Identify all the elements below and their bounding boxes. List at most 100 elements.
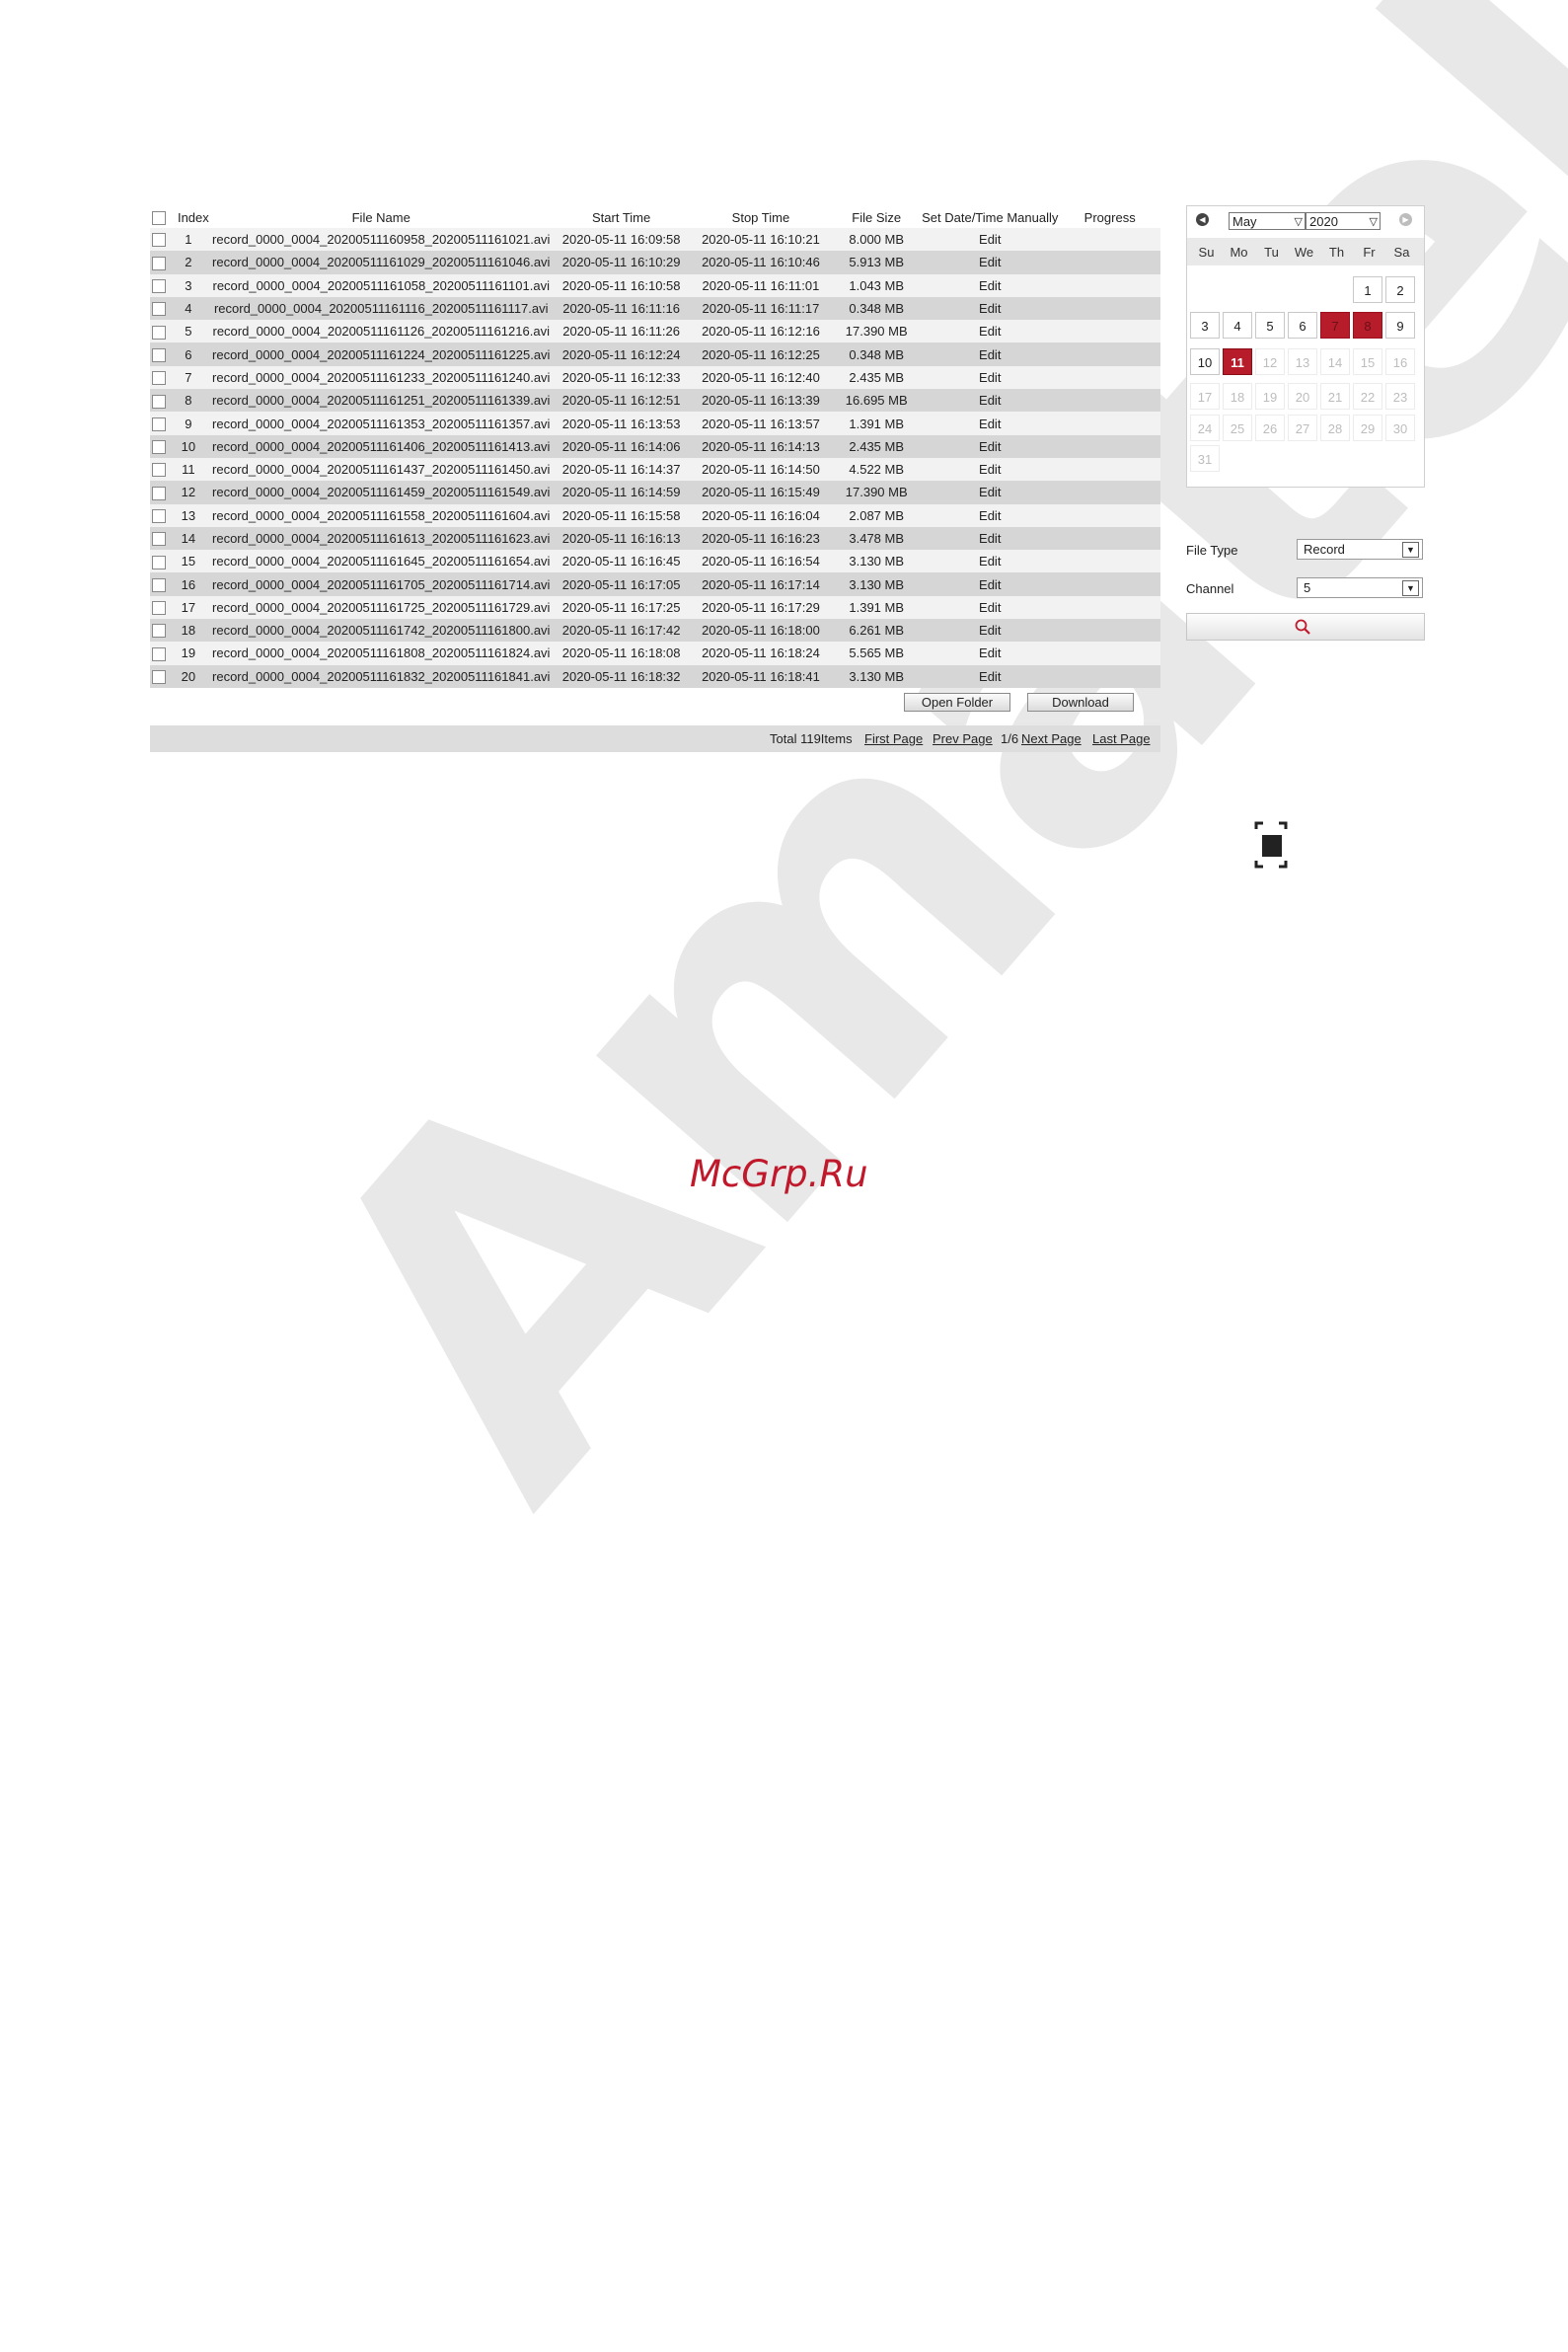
table-row[interactable]: 6 record_0000_0004_20200511161224_2020051… [150, 342, 1160, 366]
row-edit-link[interactable]: Edit [921, 503, 1060, 527]
row-edit-link[interactable]: Edit [921, 550, 1060, 573]
row-edit-link[interactable]: Edit [921, 595, 1060, 620]
row-edit-link[interactable]: Edit [921, 642, 1060, 665]
file-type-select[interactable]: Record ▼ [1297, 539, 1423, 560]
open-folder-button[interactable]: Open Folder [904, 693, 1010, 712]
row-checkbox[interactable] [150, 228, 168, 252]
row-checkbox[interactable] [150, 642, 168, 665]
calendar-day-8[interactable]: 8 [1353, 312, 1382, 339]
table-row[interactable]: 8 record_0000_0004_20200511161251_2020051… [150, 389, 1160, 413]
col-file-name-header: File Name [208, 207, 554, 228]
table-row[interactable]: 20 record_0000_0004_20200511161832_202005… [150, 664, 1160, 688]
next-page-link[interactable]: Next Page [1021, 731, 1082, 746]
row-checkbox[interactable] [150, 595, 168, 620]
chevron-down-icon: ▽ [1294, 216, 1303, 228]
table-row[interactable]: 18 record_0000_0004_20200511161742_202005… [150, 619, 1160, 643]
table-row[interactable]: 16 record_0000_0004_20200511161705_202005… [150, 572, 1160, 596]
row-edit-link[interactable]: Edit [921, 296, 1060, 321]
table-row[interactable]: 4 record_0000_0004_20200511161116_2020051… [150, 296, 1160, 321]
row-checkbox[interactable] [150, 619, 168, 643]
row-edit-link[interactable]: Edit [921, 434, 1060, 458]
calendar-day-5[interactable]: 5 [1255, 312, 1285, 339]
row-checkbox[interactable] [150, 412, 168, 435]
month-select[interactable]: May ▽ [1229, 212, 1306, 230]
table-row[interactable]: 13 record_0000_0004_20200511161558_202005… [150, 503, 1160, 527]
table-row[interactable]: 9 record_0000_0004_20200511161353_2020051… [150, 412, 1160, 435]
chevron-down-icon: ▼ [1402, 580, 1419, 596]
row-file-size: 0.348 MB [832, 296, 922, 321]
table-row[interactable]: 14 record_0000_0004_20200511161613_202005… [150, 526, 1160, 551]
row-edit-link[interactable]: Edit [921, 457, 1060, 482]
table-row[interactable]: 5 record_0000_0004_20200511161126_2020051… [150, 320, 1160, 343]
row-index: 2 [167, 251, 209, 274]
select-all-checkbox[interactable] [150, 207, 168, 228]
row-edit-link[interactable]: Edit [921, 526, 1060, 551]
first-page-link[interactable]: First Page [864, 731, 923, 746]
file-table: Index File Name Start Time Stop Time Fil… [150, 207, 1160, 688]
row-checkbox[interactable] [150, 296, 168, 321]
calendar-day-7[interactable]: 7 [1320, 312, 1350, 339]
calendar-day-2[interactable]: 2 [1385, 276, 1415, 303]
calendar-day-10[interactable]: 10 [1190, 348, 1220, 375]
table-row[interactable]: 10 record_0000_0004_20200511161406_202005… [150, 434, 1160, 458]
row-checkbox[interactable] [150, 389, 168, 413]
calendar-day-1[interactable]: 1 [1353, 276, 1382, 303]
row-checkbox[interactable] [150, 342, 168, 366]
row-file-name: record_0000_0004_20200511161116_20200511… [208, 296, 554, 321]
table-row[interactable]: 17 record_0000_0004_20200511161725_202005… [150, 595, 1160, 620]
year-select[interactable]: 2020 ▽ [1306, 212, 1381, 230]
fullscreen-icon[interactable] [1251, 815, 1291, 876]
last-page-link[interactable]: Last Page [1092, 731, 1151, 746]
calendar-day-27: 27 [1288, 415, 1317, 441]
table-row[interactable]: 2 record_0000_0004_20200511161029_2020051… [150, 251, 1160, 274]
row-edit-link[interactable]: Edit [921, 251, 1060, 274]
row-checkbox[interactable] [150, 572, 168, 596]
table-row[interactable]: 7 record_0000_0004_20200511161233_2020051… [150, 365, 1160, 390]
row-checkbox[interactable] [150, 434, 168, 458]
row-checkbox[interactable] [150, 481, 168, 504]
calendar-day-4[interactable]: 4 [1223, 312, 1252, 339]
table-header-row: Index File Name Start Time Stop Time Fil… [150, 207, 1160, 228]
row-edit-link[interactable]: Edit [921, 342, 1060, 366]
row-checkbox[interactable] [150, 503, 168, 527]
row-start-time: 2020-05-11 16:15:58 [553, 503, 690, 527]
row-checkbox[interactable] [150, 251, 168, 274]
row-edit-link[interactable]: Edit [921, 664, 1060, 688]
table-row[interactable]: 1 record_0000_0004_20200511160958_2020051… [150, 228, 1160, 252]
row-start-time: 2020-05-11 16:14:37 [553, 457, 690, 482]
table-row[interactable]: 3 record_0000_0004_20200511161058_2020051… [150, 273, 1160, 297]
chevron-right-icon[interactable]: ▶ [1399, 213, 1412, 226]
row-checkbox[interactable] [150, 550, 168, 573]
row-edit-link[interactable]: Edit [921, 228, 1060, 252]
table-row[interactable]: 11 record_0000_0004_20200511161437_202005… [150, 457, 1160, 482]
row-file-name: record_0000_0004_20200511160958_20200511… [208, 228, 554, 252]
row-edit-link[interactable]: Edit [921, 273, 1060, 297]
row-checkbox[interactable] [150, 365, 168, 390]
chevron-left-icon[interactable]: ◀ [1196, 213, 1209, 226]
search-button[interactable] [1186, 613, 1425, 641]
calendar-day-9[interactable]: 9 [1385, 312, 1415, 339]
channel-select[interactable]: 5 ▼ [1297, 577, 1423, 598]
row-edit-link[interactable]: Edit [921, 412, 1060, 435]
calendar-day-3[interactable]: 3 [1190, 312, 1220, 339]
row-checkbox[interactable] [150, 526, 168, 551]
table-row[interactable]: 19 record_0000_0004_20200511161808_202005… [150, 642, 1160, 665]
calendar-day-6[interactable]: 6 [1288, 312, 1317, 339]
prev-page-link[interactable]: Prev Page [933, 731, 993, 746]
table-row[interactable]: 15 record_0000_0004_20200511161645_202005… [150, 550, 1160, 573]
row-checkbox[interactable] [150, 273, 168, 297]
row-file-name: record_0000_0004_20200511161029_20200511… [208, 251, 554, 274]
row-checkbox[interactable] [150, 664, 168, 688]
row-edit-link[interactable]: Edit [921, 320, 1060, 343]
download-button[interactable]: Download [1027, 693, 1134, 712]
row-edit-link[interactable]: Edit [921, 481, 1060, 504]
table-row[interactable]: 12 record_0000_0004_20200511161459_202005… [150, 481, 1160, 504]
row-checkbox[interactable] [150, 457, 168, 482]
row-edit-link[interactable]: Edit [921, 365, 1060, 390]
row-edit-link[interactable]: Edit [921, 619, 1060, 643]
row-checkbox[interactable] [150, 320, 168, 343]
row-edit-link[interactable]: Edit [921, 389, 1060, 413]
row-edit-link[interactable]: Edit [921, 572, 1060, 596]
calendar-day-29: 29 [1353, 415, 1382, 441]
calendar-day-11[interactable]: 11 [1223, 348, 1252, 375]
